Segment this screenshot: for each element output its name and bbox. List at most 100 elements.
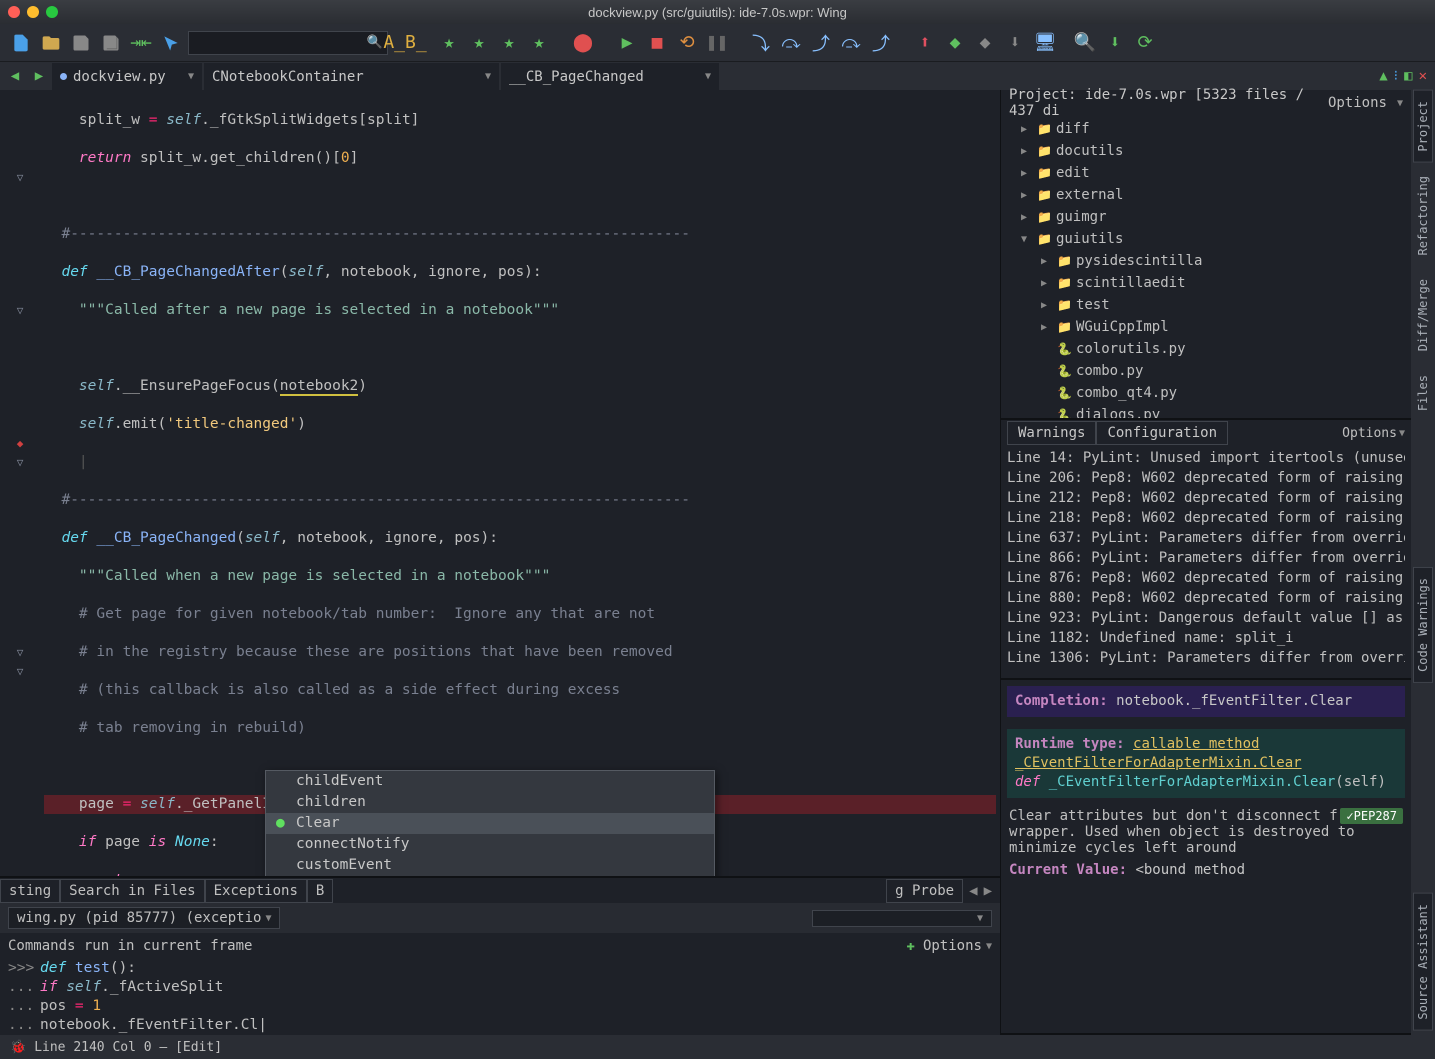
- warning-item[interactable]: Line 923: PyLint: Dangerous default valu…: [1007, 608, 1405, 628]
- tree-row[interactable]: ▶📁WGuiCppImpl: [1001, 316, 1411, 338]
- replace-icon[interactable]: A̲B̲: [392, 30, 418, 56]
- method-crumb[interactable]: __CB_PageChanged ▼: [501, 62, 719, 90]
- tab-configuration[interactable]: Configuration: [1096, 421, 1228, 445]
- tab-exceptions[interactable]: Exceptions: [205, 879, 307, 903]
- editor-gutter[interactable]: ▽ ▽ ◆ ▽ ▽▽: [0, 90, 40, 876]
- tab-testing[interactable]: sting: [0, 879, 60, 903]
- debug-repl[interactable]: >>>def test():... if self._fActiveSplit.…: [0, 959, 1000, 1035]
- step-over-icon[interactable]: ⤼: [778, 30, 804, 56]
- tree-row[interactable]: ▶📁external: [1001, 184, 1411, 206]
- autocomplete-item[interactable]: customEvent: [266, 855, 714, 876]
- bug-icon[interactable]: 🐞: [10, 1040, 26, 1055]
- bottom-options-button[interactable]: Options: [923, 938, 982, 954]
- vtab-project[interactable]: Project: [1413, 90, 1433, 163]
- project-tree[interactable]: ▶📁diff▶📁docutils▶📁edit▶📁external▶📁guimgr…: [1001, 116, 1411, 418]
- chevron-down-icon[interactable]: ▼: [1399, 428, 1405, 439]
- tab-nav-right-icon[interactable]: ▶: [984, 883, 992, 899]
- tree-row[interactable]: 🐍colorutils.py: [1001, 338, 1411, 360]
- step-into-icon[interactable]: ⤵: [748, 30, 774, 56]
- tab-debug-probe[interactable]: g Probe: [886, 879, 963, 903]
- repl-line[interactable]: ... notebook._fEventFilter.Cl|: [8, 1016, 992, 1035]
- debug-run-icon[interactable]: ▶: [614, 30, 640, 56]
- split-icon[interactable]: ◧: [1404, 68, 1412, 84]
- tree-row[interactable]: ▶📁docutils: [1001, 140, 1411, 162]
- chevron-down-icon[interactable]: ▼: [1397, 98, 1403, 109]
- vtab-files[interactable]: Files: [1413, 364, 1433, 422]
- warning-icon[interactable]: ▲: [1379, 68, 1387, 84]
- close-tab-icon[interactable]: ✕: [1419, 68, 1427, 84]
- search-icon[interactable]: 🔍: [367, 35, 383, 50]
- refresh-icon[interactable]: ⟳: [1132, 30, 1158, 56]
- vtab-refactoring[interactable]: Refactoring: [1413, 165, 1433, 266]
- tab-search-in-files[interactable]: Search in Files: [60, 879, 204, 903]
- autocomplete-item[interactable]: Clear: [266, 813, 714, 834]
- vtab-source-assistant[interactable]: Source Assistant: [1413, 893, 1433, 1031]
- warnings-options-button[interactable]: Options: [1342, 426, 1397, 441]
- tab-nav-left-icon[interactable]: ◀: [969, 883, 977, 899]
- tree-row[interactable]: ▶📁test: [1001, 294, 1411, 316]
- search-input[interactable]: [193, 36, 367, 50]
- vtab-code-warnings[interactable]: Code Warnings: [1413, 567, 1433, 683]
- warning-item[interactable]: Line 206: Pep8: W602 deprecated form of …: [1007, 468, 1405, 488]
- frame-nav-icon[interactable]: ◆: [942, 30, 968, 56]
- new-file-icon[interactable]: [8, 30, 34, 56]
- indent-icon[interactable]: ⇥⇤: [128, 30, 154, 56]
- search-tool-icon[interactable]: 🔍: [1072, 30, 1098, 56]
- bookmark-prev-icon[interactable]: ★: [466, 30, 492, 56]
- debug-restart-icon[interactable]: ⟲: [674, 30, 700, 56]
- tree-row[interactable]: ▶📁diff: [1001, 118, 1411, 140]
- project-options-button[interactable]: Options: [1328, 95, 1387, 111]
- chevron-down-icon[interactable]: ▼: [986, 941, 992, 952]
- tree-row[interactable]: 🐍combo_qt4.py: [1001, 382, 1411, 404]
- repl-line[interactable]: >>>def test():: [8, 959, 992, 978]
- frame-select[interactable]: ▼: [812, 910, 992, 927]
- bookmark-add-icon[interactable]: ★: [436, 30, 462, 56]
- tree-row[interactable]: ▶📁pysidescintilla: [1001, 250, 1411, 272]
- open-file-icon[interactable]: [38, 30, 64, 56]
- class-crumb[interactable]: CNotebookContainer ▼: [204, 62, 499, 90]
- autocomplete-item[interactable]: children: [266, 792, 714, 813]
- tab-b[interactable]: B: [307, 879, 333, 903]
- bookmark-next-icon[interactable]: ★: [496, 30, 522, 56]
- warning-item[interactable]: Line 880: Pep8: W602 deprecated form of …: [1007, 588, 1405, 608]
- breakpoint-icon[interactable]: ⬤: [570, 30, 596, 56]
- step-over2-icon[interactable]: ⤼: [838, 30, 864, 56]
- repl-line[interactable]: ... pos = 1: [8, 997, 992, 1016]
- warning-item[interactable]: Line 212: Pep8: W602 deprecated form of …: [1007, 488, 1405, 508]
- tree-row[interactable]: 🐍combo.py: [1001, 360, 1411, 382]
- tree-row[interactable]: 🐍dialogs.py: [1001, 404, 1411, 418]
- tree-row[interactable]: ▼📁guiutils: [1001, 228, 1411, 250]
- options-icon[interactable]: ⁝: [1394, 68, 1398, 84]
- tab-warnings[interactable]: Warnings: [1007, 421, 1096, 445]
- warning-item[interactable]: Line 637: PyLint: Parameters differ from…: [1007, 528, 1405, 548]
- autocomplete-popup[interactable]: childEventchildrenClearconnectNotifycust…: [265, 770, 715, 876]
- warning-item[interactable]: Line 1306: PyLint: Parameters differ fro…: [1007, 648, 1405, 668]
- warning-item[interactable]: Line 14: PyLint: Unused import itertools…: [1007, 448, 1405, 468]
- frame-nav2-icon[interactable]: ◆: [972, 30, 998, 56]
- warning-item[interactable]: Line 876: Pep8: W602 deprecated form of …: [1007, 568, 1405, 588]
- warning-item[interactable]: Line 866: PyLint: Parameters differ from…: [1007, 548, 1405, 568]
- file-tab[interactable]: dockview.py ▼: [52, 62, 202, 90]
- bookmark-list-icon[interactable]: ★: [526, 30, 552, 56]
- autocomplete-item[interactable]: connectNotify: [266, 834, 714, 855]
- step-return-icon[interactable]: ⤴: [868, 30, 894, 56]
- frame-up-icon[interactable]: ⬆: [912, 30, 938, 56]
- debug-process-select[interactable]: wing.py (pid 85777) (exceptio ▼: [8, 907, 280, 929]
- warning-item[interactable]: Line 1182: Undefined name: split_i: [1007, 628, 1405, 648]
- frame-down-icon[interactable]: ⬇: [1002, 30, 1028, 56]
- repl-line[interactable]: ... if self._fActiveSplit: [8, 978, 992, 997]
- chevron-down-icon[interactable]: ▼: [485, 71, 491, 82]
- tree-row[interactable]: ▶📁edit: [1001, 162, 1411, 184]
- code-content[interactable]: split_w = self._fGtkSplitWidgets[split] …: [40, 90, 1000, 876]
- step-out-icon[interactable]: ⤴: [808, 30, 834, 56]
- vtab-diff-merge[interactable]: Diff/Merge: [1413, 268, 1433, 362]
- chevron-down-icon[interactable]: ▼: [705, 71, 711, 82]
- tree-row[interactable]: ▶📁guimgr: [1001, 206, 1411, 228]
- code-editor[interactable]: ▽ ▽ ◆ ▽ ▽▽ split_w = self._fGtkSplitWidg…: [0, 90, 1000, 876]
- add-icon[interactable]: ✚: [907, 938, 915, 954]
- warnings-list[interactable]: Line 14: PyLint: Unused import itertools…: [1001, 446, 1411, 678]
- monitor-icon[interactable]: 🖥: [1032, 30, 1058, 56]
- debug-stop-icon[interactable]: ■: [644, 30, 670, 56]
- nav-fwd-icon[interactable]: ▶: [28, 62, 50, 90]
- save-icon[interactable]: [68, 30, 94, 56]
